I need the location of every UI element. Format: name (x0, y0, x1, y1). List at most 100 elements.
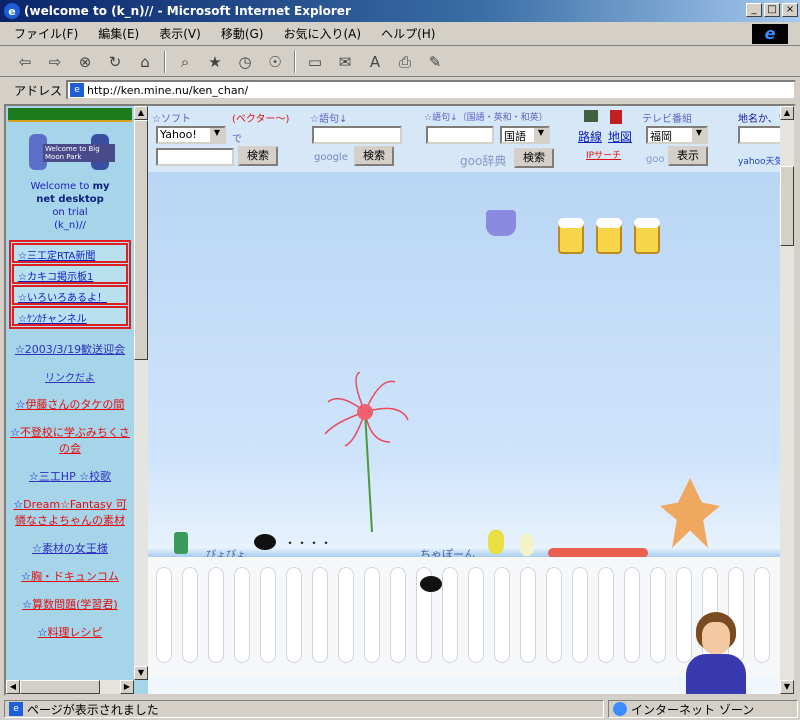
nav-link-news[interactable]: ☆三工定RTA新聞 (12, 243, 128, 263)
page-icon: e (70, 83, 85, 97)
crow-icon (420, 576, 442, 592)
main-frame: ぴょぴょ ・・・・ ちゃぽーん ☆ソフト (ベクター～) Yahoo! ▼ で … (148, 106, 794, 694)
link-bamboo-room[interactable]: ☆伊藤さんのタケの間 (10, 396, 130, 412)
main-vertical-scrollbar[interactable]: ▲ ▼ (780, 106, 794, 694)
left-horizontal-scrollbar[interactable]: ◀ ▶ (6, 680, 134, 694)
ie-logo-icon: e (752, 24, 788, 44)
menu-view[interactable]: 表示(V) (159, 25, 201, 42)
channels-icon[interactable]: ☉ (264, 51, 286, 73)
maximize-button[interactable]: □ (764, 3, 780, 17)
basket-image (486, 210, 516, 236)
soft-engine-select[interactable]: Yahoo! ▼ (156, 126, 226, 144)
tv-guide: テレビ番組 福岡 ▼ goo 表示 (642, 110, 730, 168)
refresh-icon[interactable]: ↻ (104, 51, 126, 73)
stop-icon[interactable]: ⊗ (74, 51, 96, 73)
link-links[interactable]: リンクだよ (10, 369, 130, 384)
ie-icon: e (4, 3, 20, 19)
address-input[interactable]: e http://ken.mine.nu/ken_chan/ (66, 80, 796, 100)
window-title: (welcome to (k_n)// - Microsoft Internet… (24, 4, 351, 18)
fullscreen-icon[interactable]: ▭ (304, 51, 326, 73)
menu-edit[interactable]: 編集(E) (98, 25, 139, 42)
dots-text: ・・・・ (284, 536, 333, 550)
mail-icon[interactable]: ✉ (334, 51, 356, 73)
left-header-bar (8, 108, 132, 122)
back-icon[interactable]: ⇦ (14, 51, 36, 73)
status-bar: e ページが表示されました インターネット ゾーン (0, 698, 800, 720)
left-vertical-scrollbar[interactable]: ▲ ▼ (134, 106, 148, 680)
soft-search-input[interactable] (156, 148, 234, 166)
link-material-queen[interactable]: ☆素材の女王様 (10, 540, 130, 556)
link-math[interactable]: ☆算数問題(学習君) (10, 596, 130, 612)
menu-bar: ファイル(F) 編集(E) 表示(V) 移動(G) お気に入り(A) ヘルプ(H… (0, 22, 800, 46)
nav-link-misc[interactable]: ☆いろいろあるよ！ (12, 285, 128, 305)
route-link[interactable]: 路線 (578, 128, 602, 145)
nav-box: ☆三工定RTA新聞 ☆カキコ掲示板1 ☆いろいろあるよ！ ☆ｹﾝｶﾁャンネル (9, 240, 131, 329)
address-url: http://ken.mine.nu/ken_chan/ (87, 83, 249, 97)
vector-link[interactable]: (ベクター～) (232, 110, 289, 125)
search-icon[interactable]: ⌕ (174, 51, 196, 73)
kimono-girl-image (686, 612, 746, 694)
link-recipe[interactable]: ☆料理レシピ (10, 624, 130, 640)
beer-icon (634, 218, 660, 254)
link-michikusa[interactable]: ☆不登校に学ぶみちくさの会 (10, 424, 130, 456)
left-frame: Welcome to Big Moon Park Welcome to my n… (6, 106, 148, 694)
menu-file[interactable]: ファイル(F) (14, 25, 78, 42)
address-label: アドレス (14, 83, 63, 98)
soft-search-button[interactable]: 検索 (238, 146, 278, 166)
skeleton-dancer-icon (488, 530, 504, 554)
globe-icon (613, 702, 627, 716)
history-icon[interactable]: ◷ (234, 51, 256, 73)
beer-icon (558, 218, 584, 254)
google-search: ☆語句↓ google 検索 (310, 110, 410, 168)
minimize-button[interactable]: _ (746, 3, 762, 17)
menu-favorites[interactable]: お気に入り(A) (283, 25, 361, 42)
weather-input[interactable] (738, 126, 780, 144)
browser-content: Welcome to Big Moon Park Welcome to my n… (4, 104, 796, 696)
crow-icon (254, 534, 276, 550)
google-search-input[interactable] (312, 126, 402, 144)
maple-leaf-image (660, 478, 720, 548)
toolbar: ⇦ ⇨ ⊗ ↻ ⌂ ⌕ ★ ◷ ☉ ▭ ✉ A ⎙ ✎ (0, 47, 800, 77)
link-doking[interactable]: ☆胸・ドキュンコム (10, 568, 130, 584)
menu-go[interactable]: 移動(G) (221, 25, 264, 42)
nav-link-channel[interactable]: ☆ｹﾝｶﾁャンネル (12, 306, 128, 326)
print-icon[interactable]: ⎙ (394, 51, 416, 73)
close-button[interactable]: × (782, 3, 798, 17)
goo-logo: goo (646, 154, 665, 165)
search-tools-bar: ☆ソフト (ベクター～) Yahoo! ▼ で 検索 ☆語句↓ google 検索… (148, 106, 780, 172)
forward-icon[interactable]: ⇨ (44, 51, 66, 73)
edit-icon[interactable]: ✎ (424, 51, 446, 73)
home-icon[interactable]: ⌂ (134, 51, 156, 73)
welcome-text: Welcome to my net desktop on trial (k_n)… (30, 181, 110, 231)
font-icon[interactable]: A (364, 51, 386, 73)
favorites-icon[interactable]: ★ (204, 51, 226, 73)
link-school-hp[interactable]: ☆三工HP ☆校歌 (10, 468, 130, 484)
skeleton-dancer-icon (520, 534, 534, 556)
google-search-button[interactable]: 検索 (354, 146, 394, 166)
map-link[interactable]: 地図 (608, 128, 632, 145)
title-bar: e (welcome to (k_n)// - Microsoft Intern… (0, 0, 800, 22)
ip-search-link[interactable]: IPサーチ (586, 148, 621, 161)
link-farewell-party[interactable]: ☆2003/3/19歓送迎会 (10, 341, 130, 357)
spool-icon (174, 532, 188, 554)
weather-search: 地名か、〒↓ yahoo天気 (738, 110, 780, 168)
route-map: 路線 地図 IPサーチ (574, 110, 638, 168)
red-spider-lily-image (324, 372, 409, 532)
tv-show-button[interactable]: 表示 (668, 146, 708, 166)
nav-link-board[interactable]: ☆カキコ掲示板1 (12, 264, 128, 284)
de-label: で (232, 134, 242, 145)
train-icon (584, 110, 598, 122)
yahoo-weather-logo: yahoo天気 (738, 157, 780, 167)
mascot-image: Welcome to Big Moon Park (25, 130, 115, 176)
goo-dictionary: ☆語句↓（国語・英和・和英） 国語 ▼ goo辞典 検索 (424, 110, 558, 168)
status-zone: インターネット ゾーン (608, 700, 798, 718)
dict-search-input[interactable] (426, 126, 494, 144)
link-dream-fantasy[interactable]: ☆Dream☆Fantasy 可憐なさよちゃんの素材 (10, 496, 130, 528)
google-logo: google (314, 152, 348, 163)
beer-icon (596, 218, 622, 254)
menu-help[interactable]: ヘルプ(H) (381, 25, 435, 42)
dict-type-select[interactable]: 国語 ▼ (500, 126, 550, 144)
status-message: e ページが表示されました (4, 700, 604, 718)
tv-region-select[interactable]: 福岡 ▼ (646, 126, 708, 144)
dict-search-button[interactable]: 検索 (514, 148, 554, 168)
